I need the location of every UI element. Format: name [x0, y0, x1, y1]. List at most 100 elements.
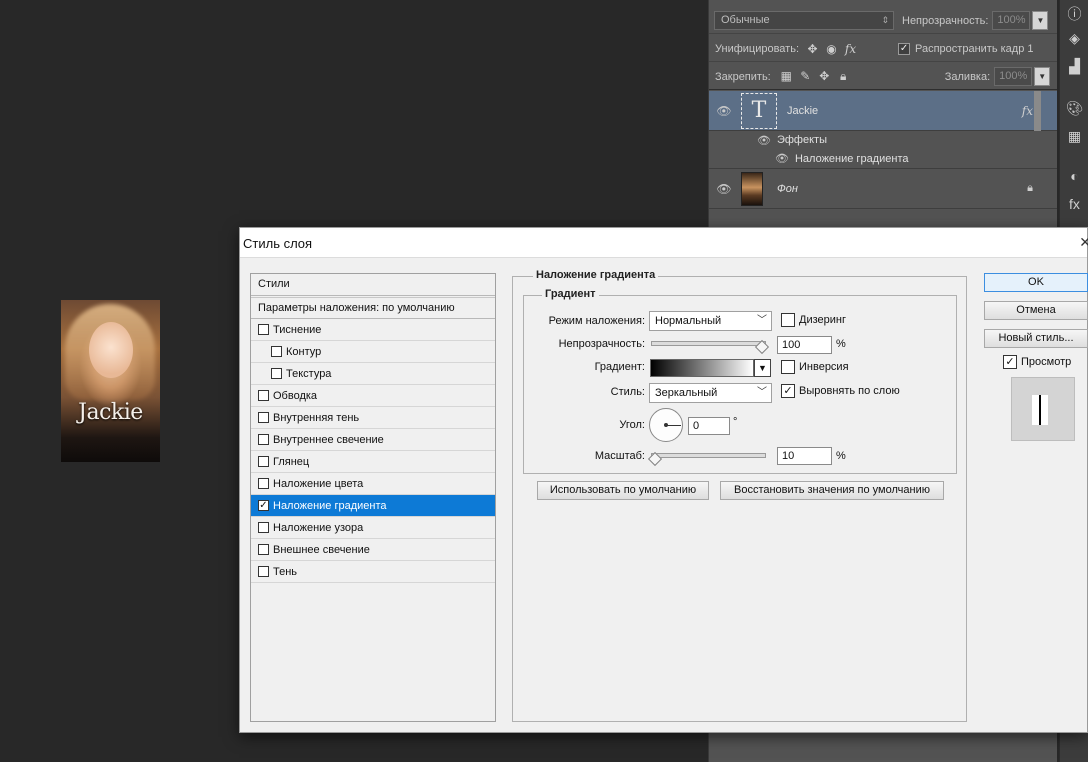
gradient-effect-label: Наложение градиента	[794, 152, 909, 165]
layer-blend-mode-select[interactable]: Обычные ⇕	[714, 11, 894, 30]
histogram-icon[interactable]: ▟	[1060, 58, 1088, 75]
styles-header[interactable]: Стили	[251, 274, 495, 296]
layer-style-dialog: Стиль слоя ✕ Стили Параметры наложения: …	[239, 227, 1088, 733]
style-item-checkbox[interactable]	[258, 412, 269, 423]
cancel-button[interactable]: Отмена	[984, 301, 1088, 320]
scale-slider[interactable]	[651, 453, 766, 458]
fill-input[interactable]: 100%	[994, 67, 1033, 86]
layer-name[interactable]: Jackie	[787, 105, 818, 117]
style-item-label: Контур	[286, 345, 322, 358]
fx-icon[interactable]: fx	[1022, 104, 1033, 118]
style-item[interactable]: Текстура	[251, 363, 495, 385]
styles-icon[interactable]: fx	[1060, 196, 1088, 212]
style-item-checkbox[interactable]: ✓	[258, 500, 269, 511]
propagate-frame-label: Распространить кадр 1	[915, 42, 1034, 55]
style-item[interactable]: Глянец	[251, 451, 495, 473]
unify-visibility-icon[interactable]: ◉	[822, 42, 841, 56]
style-item[interactable]: Наложение узора	[251, 517, 495, 539]
palette-icon[interactable]: 🎨︎	[1060, 100, 1088, 117]
propagate-frame-checkbox[interactable]: ✓	[898, 42, 911, 55]
style-item[interactable]: Тень	[251, 561, 495, 583]
style-item-checkbox[interactable]	[271, 346, 282, 357]
layer-row-background[interactable]: 👁︎ Фон 🔒︎	[709, 169, 1057, 209]
style-item-checkbox[interactable]	[258, 434, 269, 445]
dither-check[interactable]	[781, 313, 795, 327]
style-label: Стиль:	[610, 386, 645, 398]
new-style-button[interactable]: Новый стиль...	[984, 329, 1088, 348]
blend-mode-select[interactable]: Нормальный ﹀	[649, 311, 772, 331]
opacity-unit: %	[836, 338, 846, 350]
blending-options-item[interactable]: Параметры наложения: по умолчанию	[251, 297, 495, 319]
style-item-checkbox[interactable]	[258, 478, 269, 489]
angle-dial[interactable]	[649, 408, 683, 442]
layers-lock-row: Закрепить: ▦ ✎ ✥ 🔒︎ Заливка: 100% ▼	[709, 64, 1057, 90]
lock-brush-icon[interactable]: ✎	[796, 69, 815, 83]
style-item[interactable]: Внутренняя тень	[251, 407, 495, 429]
use-default-button[interactable]: Использовать по умолчанию	[537, 481, 709, 500]
style-item[interactable]: Наложение цвета	[251, 473, 495, 495]
dialog-titlebar[interactable]: Стиль слоя ✕	[240, 228, 1088, 258]
adjustments-icon[interactable]: ◐	[1060, 168, 1088, 184]
layer-gradient-effect-row[interactable]: 👁︎ Наложение градиента	[709, 149, 1057, 169]
eye-icon[interactable]: 👁︎	[709, 182, 739, 196]
swatches-icon[interactable]: ▦	[1060, 128, 1088, 145]
reverse-check[interactable]	[781, 360, 795, 374]
layer-name[interactable]: Фон	[777, 183, 798, 195]
style-item[interactable]: Внутреннее свечение	[251, 429, 495, 451]
gradient-style-select[interactable]: Зеркальный ﹀	[649, 383, 772, 403]
style-item-checkbox[interactable]	[258, 390, 269, 401]
unify-style-icon[interactable]: fx	[841, 42, 860, 56]
preview-checkbox[interactable]: ✓ Просмотр	[1003, 355, 1071, 369]
eye-icon[interactable]: 👁︎	[709, 104, 739, 118]
preview-check[interactable]: ✓	[1003, 355, 1017, 369]
style-item-checkbox[interactable]	[258, 566, 269, 577]
style-item-label: Текстура	[286, 367, 332, 380]
layer-effects-row[interactable]: 👁︎ Эффекты	[709, 131, 1057, 149]
layer-opacity-input[interactable]: 100%	[992, 11, 1031, 30]
style-item[interactable]: Обводка	[251, 385, 495, 407]
style-item-checkbox[interactable]	[258, 456, 269, 467]
style-item-label: Наложение цвета	[273, 477, 364, 490]
align-check[interactable]: ✓	[781, 384, 795, 398]
lock-label: Закрепить:	[715, 70, 771, 83]
updown-icon: ⇕	[881, 15, 889, 25]
gradient-picker-dropdown[interactable]: ▼	[754, 359, 771, 377]
eye-icon[interactable]: 👁︎	[775, 152, 789, 165]
close-icon[interactable]: ✕	[1079, 234, 1088, 251]
layers-scrollbar[interactable]	[1034, 91, 1041, 131]
blend-mode-label: Режим наложения:	[548, 315, 645, 327]
eye-icon[interactable]: 👁︎	[757, 134, 771, 147]
style-item[interactable]: Контур	[251, 341, 495, 363]
style-item[interactable]: Внешнее свечение	[251, 539, 495, 561]
layer-row-jackie[interactable]: 👁︎ T Jackie fx	[709, 91, 1057, 131]
style-item-checkbox[interactable]	[258, 324, 269, 335]
chevron-down-icon: ﹀	[757, 315, 767, 326]
layers-unify-row: Унифицировать: ✥ ◉ fx ✓ Распространить кад…	[709, 36, 1057, 62]
layer-opacity-dropdown[interactable]: ▼	[1032, 11, 1049, 30]
info-icon[interactable]: ⓘ	[1060, 4, 1088, 24]
style-item[interactable]: ✓ Наложение градиента	[251, 495, 495, 517]
angle-input[interactable]: 0	[688, 417, 730, 435]
gradient-label: Градиент:	[594, 361, 645, 373]
style-item-checkbox[interactable]	[271, 368, 282, 379]
opacity-slider[interactable]	[651, 341, 766, 346]
opacity-input[interactable]: 100	[777, 336, 832, 354]
lock-transparency-icon[interactable]: ▦	[777, 69, 796, 83]
style-item-label: Тень	[273, 565, 298, 578]
align-with-layer-checkbox[interactable]: ✓ Выровнять по слою	[781, 384, 900, 398]
style-item[interactable]: Тиснение	[251, 319, 495, 341]
scale-input[interactable]: 10	[777, 447, 832, 465]
unify-position-icon[interactable]: ✥	[803, 42, 822, 56]
restore-default-button[interactable]: Восстановить значения по умолчанию	[720, 481, 944, 500]
lock-all-icon[interactable]: 🔒︎	[834, 69, 853, 84]
dither-checkbox[interactable]: Дизеринг	[781, 313, 846, 327]
layers-icon[interactable]: ◈	[1060, 30, 1088, 47]
fill-dropdown[interactable]: ▼	[1034, 67, 1051, 86]
gradient-swatch[interactable]	[650, 359, 754, 377]
style-item-checkbox[interactable]	[258, 522, 269, 533]
reverse-checkbox[interactable]: Инверсия	[781, 360, 849, 374]
effects-label: Эффекты	[776, 134, 827, 146]
style-item-checkbox[interactable]	[258, 544, 269, 555]
lock-move-icon[interactable]: ✥	[815, 69, 834, 83]
ok-button[interactable]: OK	[984, 273, 1088, 292]
